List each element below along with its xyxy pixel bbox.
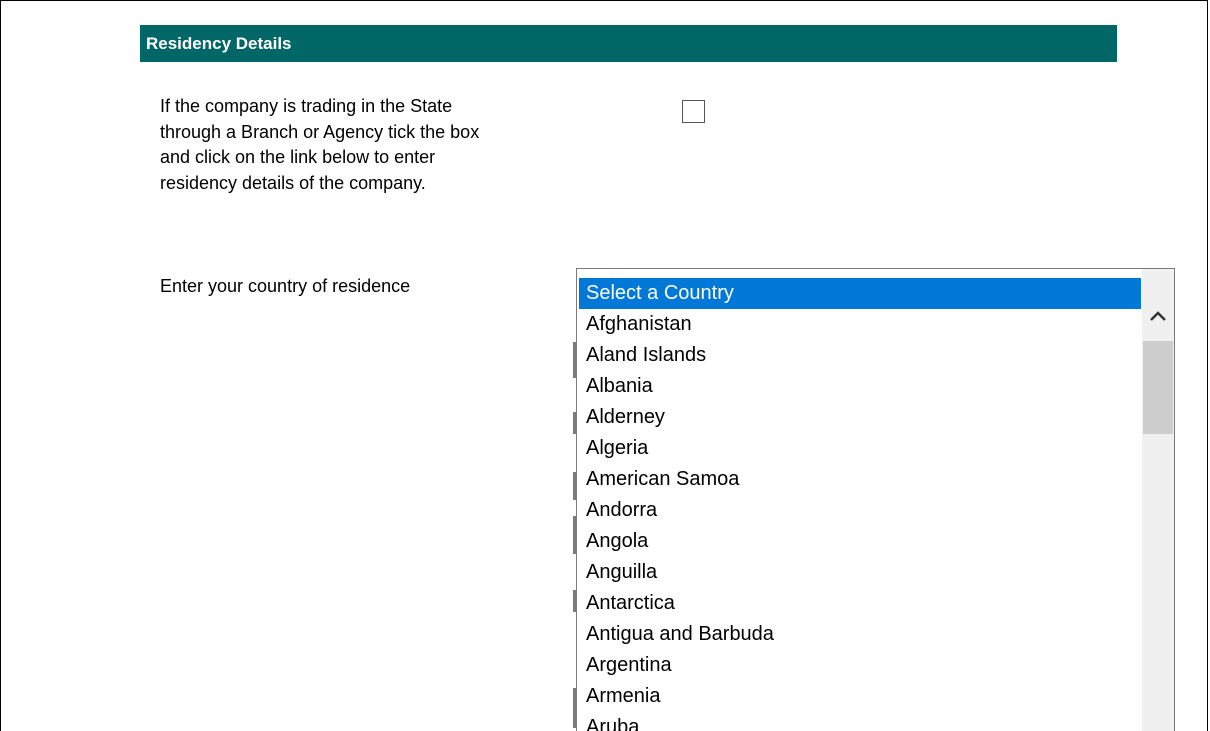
country-option-select-a-country[interactable]: Select a Country (579, 278, 1141, 309)
country-select-list[interactable]: Select a Country Afghanistan Aland Islan… (576, 268, 1175, 731)
country-option-aruba[interactable]: Aruba (579, 712, 1141, 731)
country-option-aland-islands[interactable]: Aland Islands (579, 340, 1141, 371)
question-line: through a Branch or Agency tick the box (160, 121, 480, 142)
country-option-antarctica[interactable]: Antarctica (579, 588, 1141, 619)
country-option-albania[interactable]: Albania (579, 371, 1141, 402)
chevron-up-icon (1150, 311, 1166, 321)
country-options: Select a Country Afghanistan Aland Islan… (579, 278, 1141, 731)
branch-agency-question: If the company is trading in the State t… (160, 94, 620, 196)
list-scrollbar[interactable] (1142, 269, 1174, 731)
country-option-algeria[interactable]: Algeria (579, 433, 1141, 464)
country-label: Enter your country of residence (160, 276, 411, 296)
country-option-anguilla[interactable]: Anguilla (579, 557, 1141, 588)
country-option-angola[interactable]: Angola (579, 526, 1141, 557)
section-header: Residency Details (140, 25, 1117, 62)
branch-agency-checkbox[interactable] (682, 100, 705, 123)
country-option-andorra[interactable]: Andorra (579, 495, 1141, 526)
question-line: residency details of the company. (160, 172, 426, 193)
section-title: Residency Details (146, 34, 292, 53)
scroll-up-button[interactable] (1142, 297, 1174, 337)
country-option-argentina[interactable]: Argentina (579, 650, 1141, 681)
scroll-thumb[interactable] (1143, 341, 1173, 434)
question-line: If the company is trading in the State (160, 96, 453, 116)
country-option-alderney[interactable]: Alderney (579, 402, 1141, 433)
country-option-american-samoa[interactable]: American Samoa (579, 464, 1141, 495)
country-option-afghanistan[interactable]: Afghanistan (579, 309, 1141, 340)
question-line: and click on the link below to enter (160, 147, 436, 167)
country-option-antigua-and-barbuda[interactable]: Antigua and Barbuda (579, 619, 1141, 650)
country-option-armenia[interactable]: Armenia (579, 681, 1141, 712)
